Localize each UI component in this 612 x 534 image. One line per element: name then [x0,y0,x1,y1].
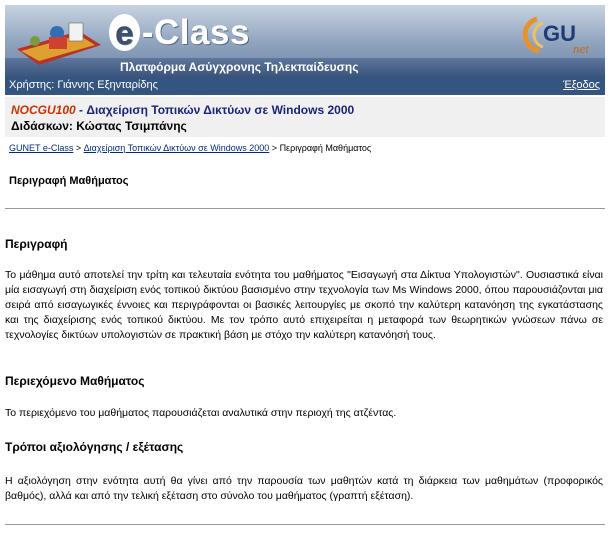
breadcrumb-course-link[interactable]: Διαχείριση Τοπικών Δικτύων σε Windows 20… [84,143,270,153]
current-user: Χρήστης: Γιάννης Εξηνταρίδης [9,79,158,91]
header-banner: e -Class Πλατφόρμα Ασύγχρονης Τηλεκπαίδευ… [5,5,605,77]
breadcrumb-current: Περιγραφή Μαθήματος [279,143,372,153]
section-text-description: Το μάθημα αυτό αποτελεί την τρίτη και τε… [5,269,603,341]
breadcrumb: GUNET e-Class > Διαχείριση Τοπικών Δικτύ… [9,143,371,153]
platform-tagline: Πλατφόρμα Ασύγχρονης Τηλεκπαίδευσης [120,60,359,74]
logout-link[interactable]: Έξοδος [563,79,600,91]
divider [5,524,605,525]
flying-carpet-logo-icon [17,22,101,65]
gunet-logo-subtext: net [573,41,589,56]
section-heading-content: Περιεχόμενο Μαθήματος [5,374,145,388]
divider [5,208,605,209]
breadcrumb-home-link[interactable]: GUNET e-Class [9,143,73,153]
gunet-swirl-icon: GU net [522,16,589,56]
course-name: - Διαχείριση Τοπικών Δικτύων σε Windows … [75,103,355,117]
brand-text: -Class [141,13,250,52]
brand-letter: e [109,14,140,51]
course-title: NOCGU100 - Διαχείριση Τοπικών Δικτύων σε… [11,103,354,117]
section-heading-assessment: Τρόποι αξιολόγησης / εξέτασης [5,440,184,454]
section-heading-description: Περιγραφή [5,237,68,251]
section-text-assessment: Η αξιολόγηση στην ενότητα αυτή θα γίνει … [5,475,603,502]
user-bar: Χρήστης: Γιάννης Εξηνταρίδης Έξοδος [5,77,605,95]
gunet-logo-text: GU [543,21,576,46]
section-text-content: Το περιεχόμενο του μαθήματος παρουσιάζετ… [5,407,397,419]
course-code: NOCGU100 [11,103,76,117]
eclass-brand: e -Class [109,13,250,53]
course-header: NOCGU100 - Διαχείριση Τοπικών Δικτύων σε… [5,97,605,137]
course-professor: Διδάσκων: Κώστας Τσιμπάνης [11,119,187,133]
breadcrumb-separator: > [75,143,82,153]
breadcrumb-separator: > [271,143,278,153]
gunet-logo: GU net [517,13,599,57]
page-title: Περιγραφή Μαθήματος [9,175,129,187]
